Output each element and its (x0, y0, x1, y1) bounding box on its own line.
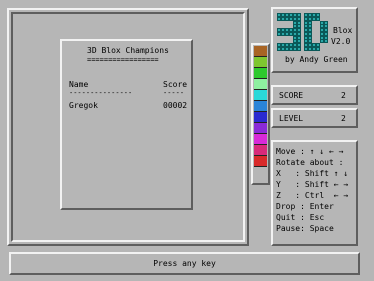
controls-line-z: Z : Ctrl ← → (276, 191, 349, 200)
name-underline: --------------- (69, 89, 133, 97)
controls-line-rotate: Rotate about : (276, 158, 344, 167)
score-panel: SCORE 2 (271, 85, 358, 105)
logo-cube (316, 46, 320, 51)
controls-line-drop: Drop : Enter (276, 202, 334, 211)
palette-swatch (254, 101, 267, 112)
champions-panel: 3D Blox Champions ================= Name… (60, 39, 193, 210)
palette-swatch (254, 134, 267, 145)
score-underline: ----- (163, 89, 185, 97)
palette-swatch (254, 156, 267, 167)
logo-version: V2.0 (331, 37, 351, 46)
palette-swatch (254, 145, 267, 156)
logo-cube (297, 46, 301, 51)
logo-blox: Blox (333, 26, 353, 35)
palette-swatch (254, 123, 267, 134)
controls-line-y: Y : Shift ← → (276, 180, 349, 189)
palette-swatch (254, 79, 267, 90)
logo-cube (324, 39, 328, 43)
palette-swatch (254, 112, 267, 123)
palette-swatch (254, 90, 267, 101)
level-value: 2 (341, 114, 346, 123)
controls-panel: Move : ↑ ↓ ← → Rotate about : X : Shift … (271, 140, 358, 246)
controls-line-x: X : Shift ↑ ↓ (276, 169, 349, 178)
table-row-score: 00002 (163, 101, 188, 110)
color-palette (254, 46, 267, 167)
controls-line-move: Move : ↑ ↓ ← → (276, 147, 344, 156)
logo-panel: Blox V2.0 by Andy Green (271, 7, 358, 73)
palette-swatch (254, 46, 267, 57)
level-panel: LEVEL 2 (271, 108, 358, 128)
palette-swatch (254, 68, 267, 79)
champions-title-underline: ================= (87, 56, 159, 64)
level-label: LEVEL (279, 114, 304, 123)
controls-line-pause: Pause: Space (276, 224, 334, 233)
logo-3d-icon (277, 13, 328, 51)
score-label: SCORE (279, 91, 304, 100)
palette-swatch (254, 57, 267, 68)
score-value: 2 (341, 91, 346, 100)
status-bar[interactable]: Press any key (9, 252, 360, 275)
logo-author: by Andy Green (285, 55, 348, 64)
table-row-name: Gregok (69, 101, 98, 110)
status-message: Press any key (153, 259, 216, 268)
controls-line-quit: Quit : Esc (276, 213, 325, 222)
